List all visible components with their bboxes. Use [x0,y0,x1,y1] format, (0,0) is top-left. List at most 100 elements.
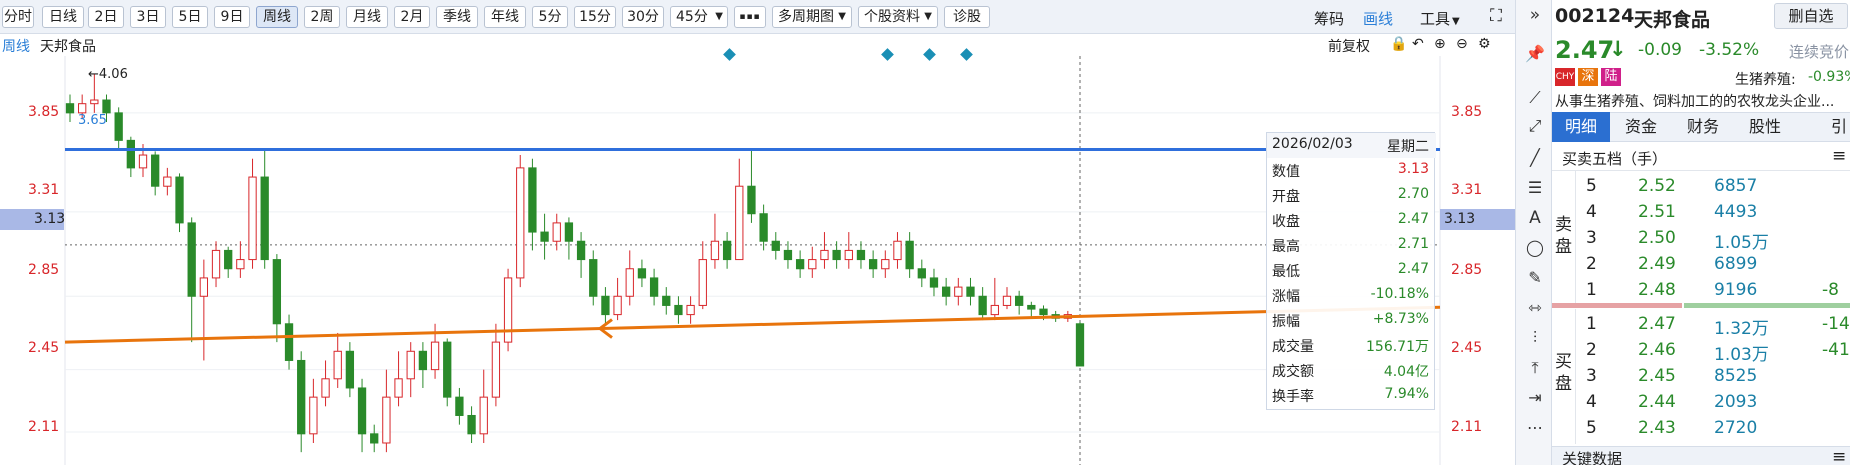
candle-body[interactable] [114,112,123,141]
period-button-3day[interactable]: 3日 [130,6,166,28]
candle-body[interactable] [491,341,501,398]
period-button-weekly[interactable]: 周线 [256,6,298,28]
candle-body[interactable] [333,350,342,380]
period-button-2month[interactable]: 2月 [394,6,430,28]
chips-button[interactable]: 筹码 [1314,8,1344,29]
candle-body[interactable] [905,240,914,270]
tab-finance[interactable]: 财务 [1672,112,1734,142]
orderbook-row[interactable]: 5 2.43 2720 [1552,416,1850,442]
tools-dropdown[interactable]: 工具 ▼ [1420,8,1460,29]
candle-body[interactable] [418,350,428,371]
trend-tool-icon[interactable]: ⟋ [1525,88,1545,108]
stock-info-dropdown[interactable]: 个股资料 ▼ [858,6,938,28]
sector-name[interactable]: 生猪养殖: [1735,69,1796,89]
candle-body[interactable] [820,249,829,261]
period-button-quarterly[interactable]: 季线 [436,6,478,28]
tab-detail[interactable]: 明细 [1552,112,1610,142]
pin-icon[interactable]: 📌 [1525,44,1545,64]
candle-body[interactable] [625,268,634,297]
candle-body[interactable] [224,249,233,270]
candle-body[interactable] [1075,323,1085,367]
key-data-header[interactable]: 关键数据 ≡ [1552,446,1850,465]
fib-tool-icon[interactable]: ☰ [1525,178,1545,198]
candle-body[interactable] [990,304,999,316]
tag-shenzhen[interactable]: 深 [1578,68,1598,86]
candle-body[interactable] [272,259,282,325]
period-button-30min[interactable]: 30分 [622,6,664,28]
candle-body[interactable] [528,167,537,233]
candle-body[interactable] [589,259,598,297]
candle-body[interactable] [698,259,707,306]
candle-body[interactable] [637,268,647,279]
candle-body[interactable] [467,414,476,435]
candle-body[interactable] [187,222,196,297]
candle-body[interactable] [966,286,975,297]
candle-body[interactable] [649,277,659,297]
top-align-tool-icon[interactable]: ⤒ [1525,358,1545,378]
orderbook-row[interactable]: 2 2.46 1.03万 -41 [1552,338,1850,365]
menu-icon[interactable]: ≡ [1832,146,1846,166]
company-description[interactable]: 从事生猪养殖、饲料加工的的农牧龙头企业... [1555,91,1834,111]
candle-body[interactable] [138,154,148,169]
period-button-2week[interactable]: 2周 [304,6,340,28]
candle-body[interactable] [917,268,926,279]
orderbook-row[interactable]: 4 2.51 4493 [1552,200,1850,226]
period-button-daily[interactable]: 日线 [42,6,84,28]
candle-body[interactable] [503,277,513,343]
settings-gear-icon[interactable]: ⚙ [1478,36,1491,52]
candle-body[interactable] [722,240,732,261]
candle-body[interactable] [674,304,683,316]
candle-body[interactable] [735,185,744,261]
collapse-chevron-icon[interactable]: » [1525,5,1545,25]
more-tools-icon[interactable]: ⋯ [1525,418,1545,438]
period-button-15min[interactable]: 15分 [574,6,616,28]
candle-body[interactable] [783,249,793,261]
ray-tool-icon[interactable]: ⤢ [1525,116,1545,136]
candle-body[interactable] [795,259,805,270]
remove-watchlist-button[interactable]: 删自选 [1774,3,1848,29]
candle-body[interactable] [479,396,488,435]
candle-body[interactable] [516,167,525,279]
period-dropdown-45min[interactable]: 45分 ▼ [670,6,728,28]
candle-body[interactable] [576,240,586,261]
zoom-in-icon[interactable]: ⊕ [1434,36,1446,52]
diagnosis-button[interactable]: 诊股 [944,6,990,28]
candle-body[interactable] [954,286,963,297]
candle-body[interactable] [90,99,99,105]
candle-body[interactable] [284,323,294,361]
candle-body[interactable] [370,433,379,444]
candle-body[interactable] [564,222,574,242]
period-button-yearly[interactable]: 年线 [484,6,526,28]
candle-body[interactable] [309,396,318,435]
undo-icon[interactable]: ↶ [1412,36,1424,52]
tab-capital[interactable]: 资金 [1610,112,1672,142]
candle-body[interactable] [759,213,768,242]
candle-body[interactable] [151,154,160,187]
orderbook-row[interactable]: 1 2.48 9196 -8 [1552,278,1850,304]
candle-body[interactable] [175,176,184,224]
candle-body[interactable] [856,249,866,261]
candle-body[interactable] [199,277,209,297]
candle-body[interactable] [382,396,391,444]
candle-body[interactable] [686,304,695,316]
more-button[interactable]: ▪▪▪ [734,6,766,28]
period-button-9day[interactable]: 9日 [214,6,250,28]
range-tool-icon[interactable]: ⇥ [1525,388,1545,408]
candle-body[interactable] [540,231,549,242]
candle-body[interactable] [881,259,890,270]
candle-body[interactable] [662,295,671,306]
adjust-dropdown[interactable]: 前复权 [1328,36,1370,56]
candle-body[interactable] [1015,295,1024,306]
menu-icon[interactable]: ≡ [1832,447,1846,465]
orderbook-row[interactable]: 3 2.50 1.05万 [1552,226,1850,253]
period-button-5day[interactable]: 5日 [172,6,208,28]
candle-body[interactable] [844,249,853,261]
candle-body[interactable] [248,176,257,261]
candle-body[interactable] [613,295,622,316]
candle-body[interactable] [771,240,780,251]
measure-tool-icon[interactable]: ⇿ [1525,298,1545,318]
candle-body[interactable] [345,350,355,389]
orderbook-row[interactable]: 2 2.49 6899 [1552,252,1850,278]
candle-body[interactable] [126,139,135,169]
candle-body[interactable] [443,341,452,398]
